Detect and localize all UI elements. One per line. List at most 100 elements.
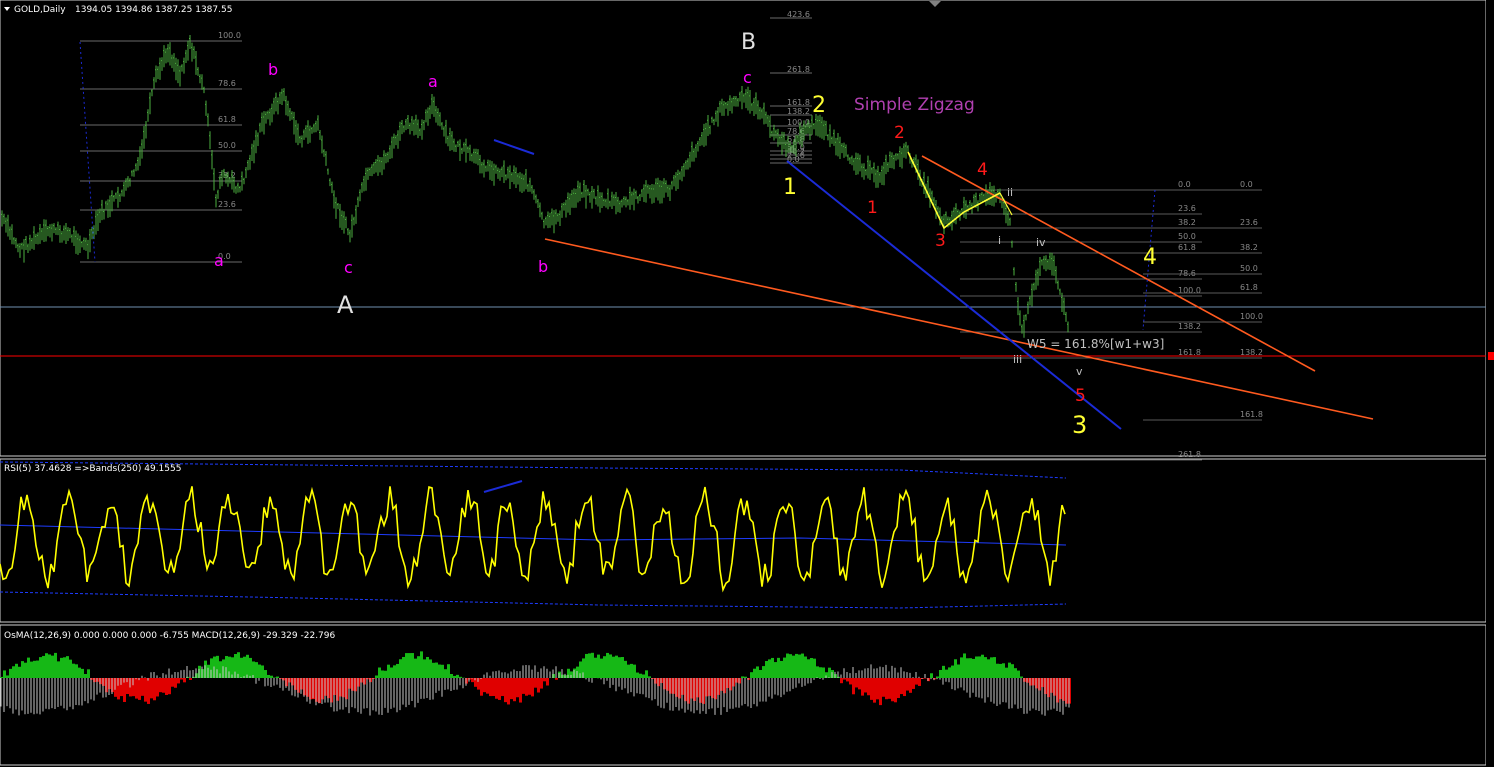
wave-B-label: B <box>741 30 756 55</box>
fib-label: 261.8 <box>787 65 810 74</box>
osma-bar <box>741 676 744 678</box>
osma-bar <box>870 678 873 700</box>
osma-bar <box>612 656 615 678</box>
osma-bar <box>408 653 411 678</box>
osma-bar <box>978 656 981 678</box>
osma-bar <box>876 678 879 700</box>
wave-label-c-1: c <box>344 258 353 277</box>
osma-bar <box>444 669 447 678</box>
red-wave-1: 1 <box>867 198 878 218</box>
osma-bar <box>996 663 999 678</box>
osma-bar <box>1020 676 1023 678</box>
osma-bar <box>762 666 765 678</box>
osma-bar <box>60 657 63 678</box>
osma-bar <box>840 678 843 684</box>
osma-bar <box>888 678 891 699</box>
osma-bar <box>1002 663 1005 678</box>
osma-bar <box>375 675 378 678</box>
osma-bar <box>180 678 183 680</box>
roman-i: i <box>998 234 1001 247</box>
osma-bar <box>897 678 900 698</box>
osma-bar <box>486 678 489 694</box>
fib-label: 423.6 <box>787 10 810 19</box>
osma-bar <box>885 678 888 700</box>
osma-bar <box>918 678 921 686</box>
osma-bar <box>78 667 81 678</box>
osma-bar <box>969 658 972 678</box>
osma-bar <box>84 674 87 678</box>
osma-bar <box>168 678 171 695</box>
osma-bar <box>822 667 825 678</box>
osma-bar <box>42 655 45 678</box>
osma-bar <box>1017 670 1020 678</box>
osma-bar <box>963 653 966 678</box>
osma-bar <box>948 667 951 678</box>
osma-bar <box>540 678 543 689</box>
osma-bar <box>171 678 174 687</box>
roman-iv: iv <box>1036 236 1046 249</box>
osma-bar <box>954 659 957 678</box>
osma-bar <box>504 678 507 703</box>
osma-bar <box>765 661 768 678</box>
osma-bar <box>72 663 75 678</box>
osma-bar <box>771 657 774 678</box>
osma-bar <box>879 678 882 706</box>
osma-bar <box>801 653 804 678</box>
price-marker <box>1488 352 1494 360</box>
osma-bar <box>756 666 759 678</box>
osma-bar <box>165 678 168 695</box>
fib-label: 100.0 <box>1178 286 1201 295</box>
osma-bar <box>588 653 591 678</box>
yellow-wave-2: 2 <box>812 93 826 118</box>
osma-bar <box>147 678 150 704</box>
osma-bar <box>900 678 903 695</box>
roman-iii: iii <box>1013 353 1022 366</box>
osma-bar <box>624 660 627 678</box>
osma-bar <box>543 678 546 682</box>
osma-bar <box>783 657 786 678</box>
osma-bar <box>957 664 960 678</box>
osma-bar <box>378 667 381 678</box>
fib-label: 61.8 <box>218 115 236 124</box>
symbol-label: GOLD,Daily <box>14 5 66 15</box>
osma-bar <box>381 670 384 678</box>
osma-bar <box>873 678 876 703</box>
osma-bar <box>936 676 939 678</box>
osma-bar <box>534 678 537 688</box>
wave-label-b-1: b <box>268 60 278 79</box>
osma-bar <box>453 675 456 678</box>
osma-bar <box>750 672 753 678</box>
osma-bar <box>1011 664 1014 678</box>
chart-canvas[interactable]: 100.078.661.850.038.223.60.0 423.6261.81… <box>0 0 1494 767</box>
osma-bar <box>189 678 192 680</box>
osma-bar <box>390 667 393 678</box>
red-wave-4: 4 <box>977 160 988 180</box>
fib-label: 138.2 <box>1178 322 1201 331</box>
osma-bar <box>0 676 3 678</box>
osma-bar <box>456 674 459 678</box>
osma-bar <box>183 678 186 683</box>
osma-bar <box>591 652 594 678</box>
wave-label-b-2: b <box>538 257 548 276</box>
osma-bar <box>615 655 618 678</box>
osma-bar <box>855 678 858 688</box>
osma-bar <box>555 678 558 680</box>
osma-bar <box>141 678 144 696</box>
osma-bar <box>795 653 798 678</box>
osma-bar <box>492 678 495 697</box>
fib-label: 61.8 <box>1240 283 1258 292</box>
osma-bar <box>12 666 15 678</box>
osma-bar <box>246 654 249 678</box>
price-scale[interactable] <box>1486 0 1494 767</box>
osma-bar <box>966 658 969 678</box>
osma-bar <box>417 656 420 678</box>
osma-bar <box>648 676 651 678</box>
osma-bar <box>30 661 33 678</box>
osma-bar <box>639 673 642 678</box>
osma-panel <box>0 624 1487 766</box>
osma-bar <box>597 654 600 678</box>
osma-bar <box>495 678 498 699</box>
osma-bar <box>864 678 867 693</box>
fib-label: 38.2 <box>1178 218 1196 227</box>
osma-bar <box>261 665 264 678</box>
